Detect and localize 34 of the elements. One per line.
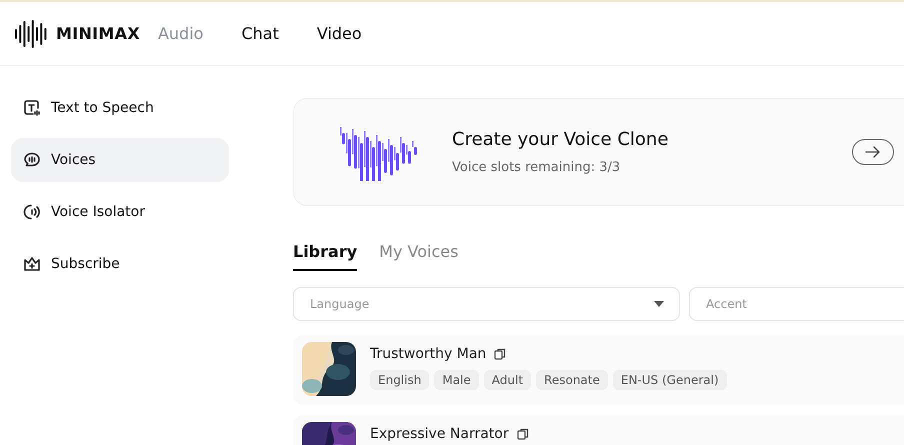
voice-tag: Adult bbox=[484, 370, 532, 390]
copy-icon[interactable] bbox=[494, 348, 506, 360]
tab[interactable]: Library bbox=[293, 242, 358, 271]
select-field[interactable]: Language bbox=[293, 287, 680, 321]
dropdown-icon bbox=[654, 301, 664, 307]
voice-tag: Resonate bbox=[536, 370, 608, 390]
card-title: Create your Voice Clone bbox=[452, 129, 670, 150]
card-subtitle: Voice slots remaining: 3/3 bbox=[452, 160, 622, 175]
brand-name: MINIMAX bbox=[56, 24, 140, 43]
text-speech-icon bbox=[23, 99, 41, 117]
arrow-button[interactable] bbox=[852, 139, 894, 165]
voice-row[interactable]: Expressive Narrator bbox=[293, 415, 904, 445]
logo-icon bbox=[14, 20, 48, 48]
voice-row[interactable]: Trustworthy Man English Male Adult Resonate EN-US (General) bbox=[293, 335, 904, 405]
copy-icon[interactable] bbox=[516, 428, 529, 440]
tab[interactable]: My Voices bbox=[379, 242, 458, 271]
voice-tag: EN-US (General) bbox=[612, 370, 727, 390]
voice-name: Trustworthy Man bbox=[370, 346, 486, 362]
select-field[interactable]: Accent bbox=[689, 287, 904, 321]
voice-name: Expressive Narrator bbox=[370, 426, 509, 442]
speech-bubble-icon bbox=[23, 151, 41, 169]
nav-link[interactable]: Video bbox=[316, 24, 362, 43]
voice-tag: English bbox=[370, 370, 430, 390]
sidebar-item[interactable]: Voices bbox=[11, 138, 229, 182]
arrow-icon bbox=[865, 146, 881, 158]
sound-waves-icon bbox=[23, 203, 41, 221]
sidebar-label: Subscribe bbox=[51, 256, 120, 272]
nav-link[interactable]: Chat bbox=[241, 24, 279, 43]
sidebar-label: Voices bbox=[51, 152, 96, 168]
sidebar-label: Text to Speech bbox=[51, 100, 154, 116]
voice-clone-card[interactable]: Create your Voice Clone Voice slots remaining: 3/3 bbox=[293, 98, 904, 206]
sidebar-label: Voice Isolator bbox=[51, 204, 145, 220]
voice-tag: Male bbox=[434, 370, 479, 390]
crown-icon bbox=[23, 255, 41, 273]
